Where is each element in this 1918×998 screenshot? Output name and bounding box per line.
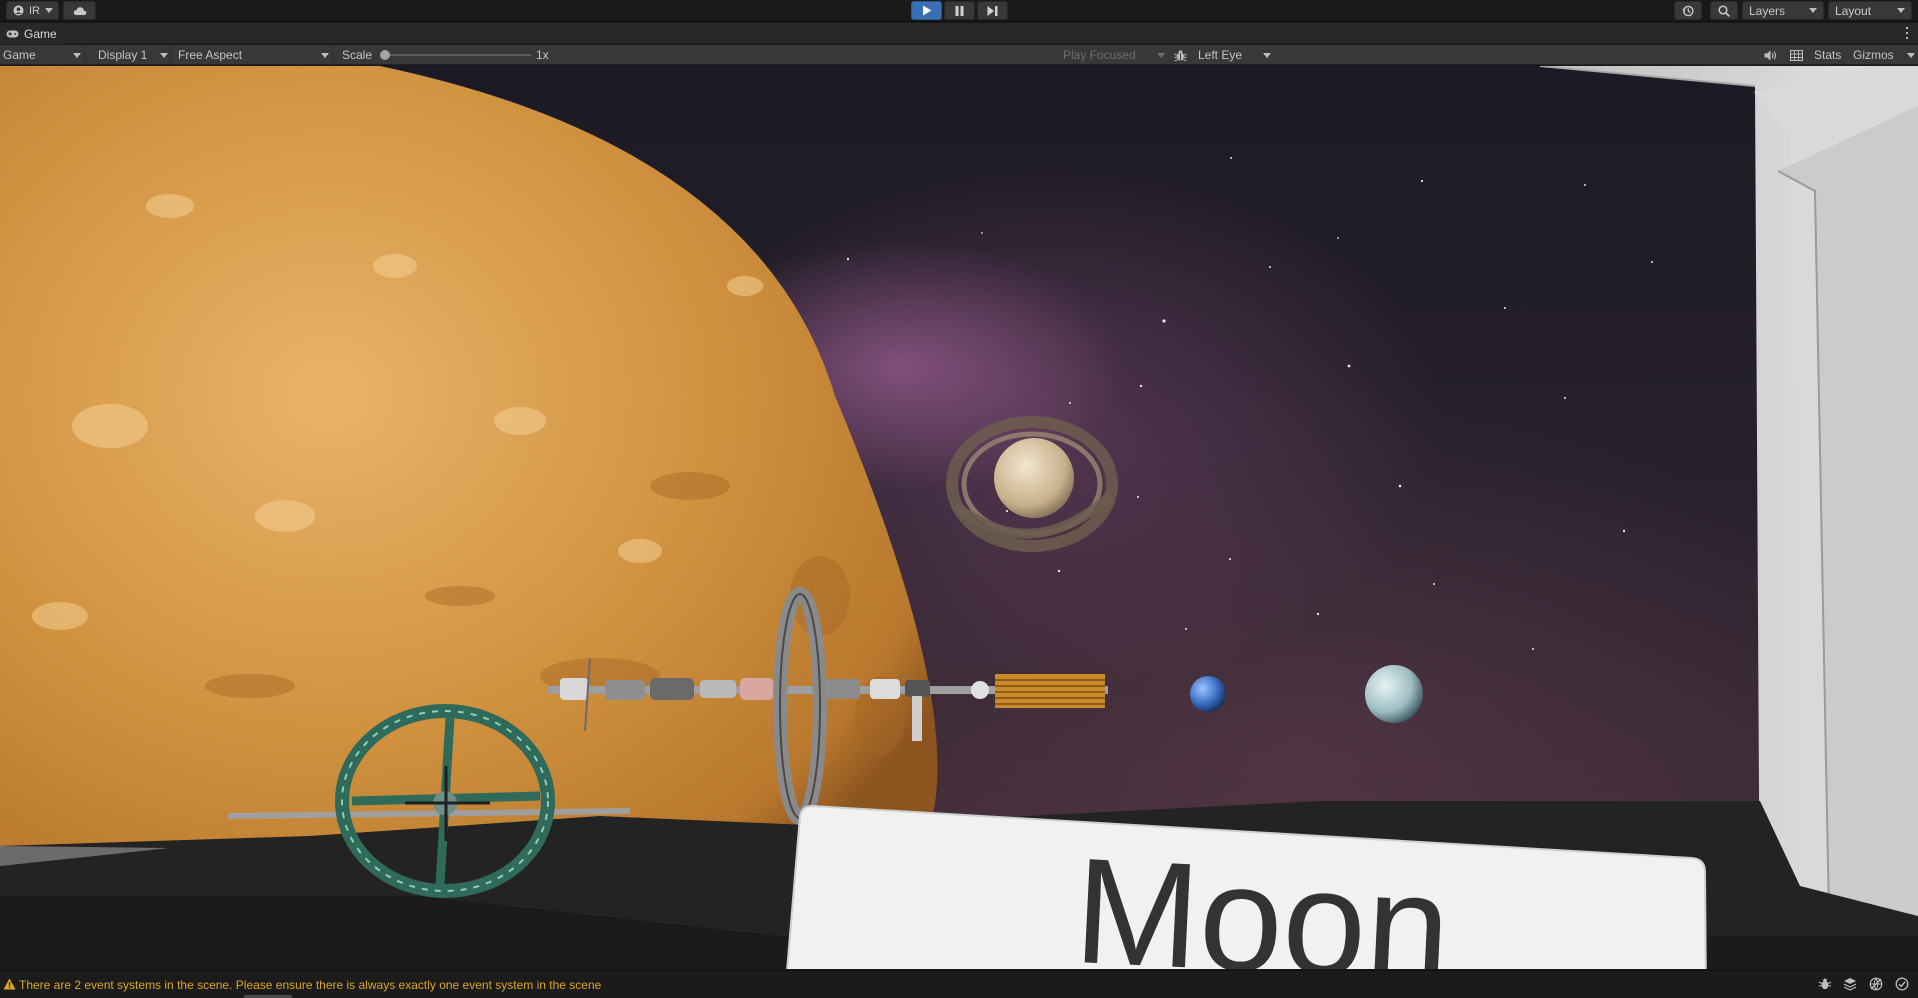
earth-planet xyxy=(1190,676,1226,712)
pause-button[interactable] xyxy=(944,1,975,20)
uranus-planet xyxy=(1365,665,1423,723)
chevron-down-icon xyxy=(1897,8,1905,13)
gizmos-dropdown[interactable]: Gizmos xyxy=(1853,45,1915,65)
layout-dropdown[interactable]: Layout xyxy=(1828,1,1912,20)
stats-grid-icon[interactable] xyxy=(1790,45,1803,65)
eye-dropdown[interactable]: Left Eye xyxy=(1198,45,1274,65)
check-circle-icon[interactable] xyxy=(1895,977,1909,991)
console-status-bar[interactable]: There are 2 event systems in the scene. … xyxy=(0,970,1918,998)
play-focused-label: Play Focused xyxy=(1063,48,1136,62)
account-label: IR xyxy=(29,4,40,17)
tab-game[interactable]: Game xyxy=(0,23,67,44)
play-button[interactable] xyxy=(911,1,942,20)
gamepad-icon xyxy=(6,30,19,37)
game-viewport[interactable]: Moon xyxy=(0,66,1918,969)
chevron-down-icon xyxy=(73,52,81,58)
layers-label: Layers xyxy=(1749,3,1786,18)
network-icon[interactable] xyxy=(1869,977,1883,991)
warning-icon xyxy=(3,978,16,990)
aspect-dropdown[interactable]: Free Aspect xyxy=(178,45,333,65)
aspect-label: Free Aspect xyxy=(178,48,243,62)
window-tab-bar: Game xyxy=(0,23,1918,44)
play-icon xyxy=(922,5,931,16)
chevron-down-icon xyxy=(321,52,329,58)
game-view-controls: Game Display 1 Free Aspect Scale 1x Play… xyxy=(0,45,1918,65)
main-toolbar: IR Layers Layout xyxy=(0,0,1918,22)
gizmos-label: Gizmos xyxy=(1853,48,1894,62)
search-icon xyxy=(1718,4,1730,17)
chevron-down-icon xyxy=(45,8,53,13)
pause-icon xyxy=(955,5,964,16)
play-focused-dropdown[interactable]: Play Focused xyxy=(1063,45,1168,65)
game-mode-dropdown[interactable]: Game xyxy=(3,45,85,65)
debug-icon[interactable] xyxy=(1818,977,1832,991)
more-options-icon[interactable] xyxy=(1904,25,1910,41)
chevron-down-icon xyxy=(1907,52,1915,58)
step-button[interactable] xyxy=(977,1,1008,20)
history-icon xyxy=(1682,5,1694,16)
scale-slider-handle[interactable] xyxy=(380,50,390,60)
planet-name-label: Moon xyxy=(1071,826,1454,969)
mute-audio-icon[interactable] xyxy=(1764,45,1777,65)
scale-label: Scale xyxy=(342,48,373,62)
tab-label: Game xyxy=(24,26,57,41)
account-dropdown[interactable]: IR xyxy=(6,1,59,20)
saturn-planet xyxy=(946,416,1118,552)
chevron-down-icon xyxy=(1157,52,1165,58)
status-message[interactable]: There are 2 event systems in the scene. … xyxy=(19,978,601,992)
chevron-down-icon xyxy=(1809,8,1817,13)
game-mode-label: Game xyxy=(3,48,36,62)
stats-button[interactable]: Stats xyxy=(1814,45,1841,65)
display-label: Display 1 xyxy=(98,48,148,62)
layers-dropdown[interactable]: Layers xyxy=(1742,1,1824,20)
layers-stack-icon[interactable] xyxy=(1843,977,1857,991)
chevron-down-icon xyxy=(1263,52,1271,58)
account-icon xyxy=(13,5,24,16)
bug-icon[interactable] xyxy=(1174,45,1187,65)
search-button[interactable] xyxy=(1710,1,1738,20)
layout-label: Layout xyxy=(1835,3,1872,18)
display-dropdown[interactable]: Display 1 xyxy=(98,45,172,65)
scale-value: 1x xyxy=(536,48,549,62)
chevron-down-icon xyxy=(160,52,168,58)
eye-label: Left Eye xyxy=(1198,48,1243,62)
undo-history-button[interactable] xyxy=(1674,1,1702,20)
starfield xyxy=(846,157,1653,650)
cloud-icon xyxy=(73,6,86,15)
scale-slider[interactable] xyxy=(383,54,531,56)
step-icon xyxy=(987,5,998,16)
orange-planet xyxy=(0,66,938,886)
cloud-button[interactable] xyxy=(63,1,96,20)
